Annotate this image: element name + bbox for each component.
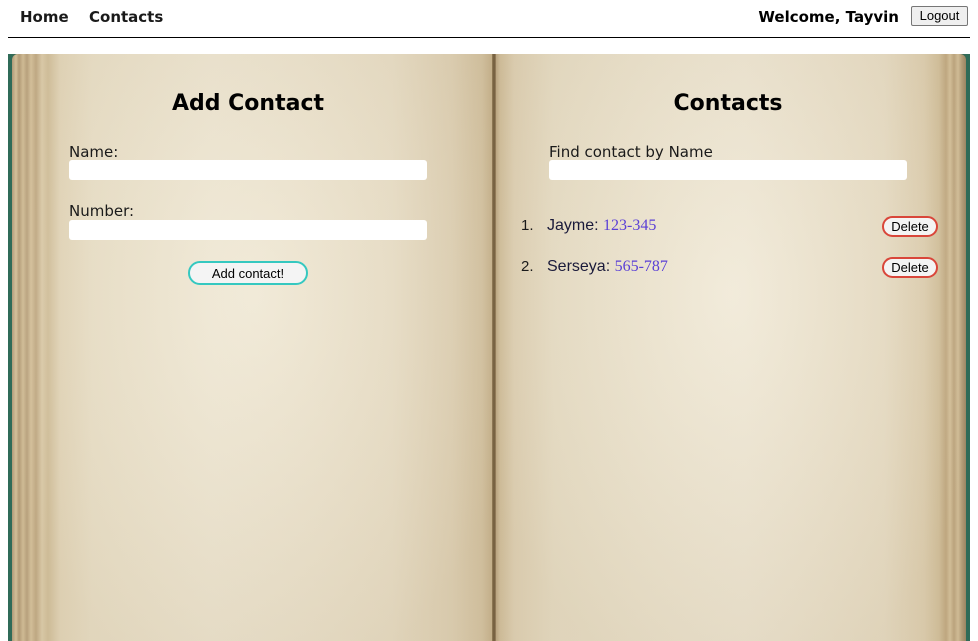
delete-button[interactable]: Delete [882, 216, 938, 237]
welcome-message: Welcome, Tayvin [758, 8, 899, 26]
name-input[interactable] [69, 160, 427, 180]
nav-contacts-link[interactable]: Contacts [89, 8, 163, 26]
filter-input[interactable] [549, 160, 907, 180]
book-background: Add Contact Name: Number: Add contact! C… [8, 54, 970, 641]
top-navigation: Home Contacts Welcome, Tayvin Logout [0, 0, 978, 36]
contact-name: Jayme [547, 217, 595, 234]
list-item: 1. Jayme: 123-345 Delete [508, 214, 948, 238]
contact-separator: : [594, 217, 604, 234]
add-contact-button[interactable]: Add contact! [188, 261, 308, 285]
filter-label: Find contact by Name [549, 143, 713, 161]
name-label: Name: [69, 143, 119, 161]
list-item-index: 1. [521, 217, 534, 234]
contact-number: 565-787 [614, 258, 668, 275]
number-label: Number: [69, 202, 135, 220]
contact-separator: : [605, 258, 615, 275]
contact-number: 123-345 [603, 217, 657, 234]
contact-entry: Serseya: 565-787 [547, 258, 668, 276]
nav-home-link[interactable]: Home [20, 8, 69, 26]
contacts-title: Contacts [673, 91, 783, 116]
nav-divider [8, 37, 970, 38]
delete-button[interactable]: Delete [882, 257, 938, 278]
contact-name: Serseya [547, 258, 606, 275]
add-contact-title: Add Contact [171, 91, 325, 116]
list-item: 2. Serseya: 565-787 Delete [508, 255, 948, 279]
book-spine [492, 54, 496, 641]
list-item-index: 2. [521, 258, 534, 275]
number-input[interactable] [69, 220, 427, 240]
logout-button[interactable]: Logout [911, 6, 968, 26]
contact-entry: Jayme: 123-345 [547, 217, 656, 235]
